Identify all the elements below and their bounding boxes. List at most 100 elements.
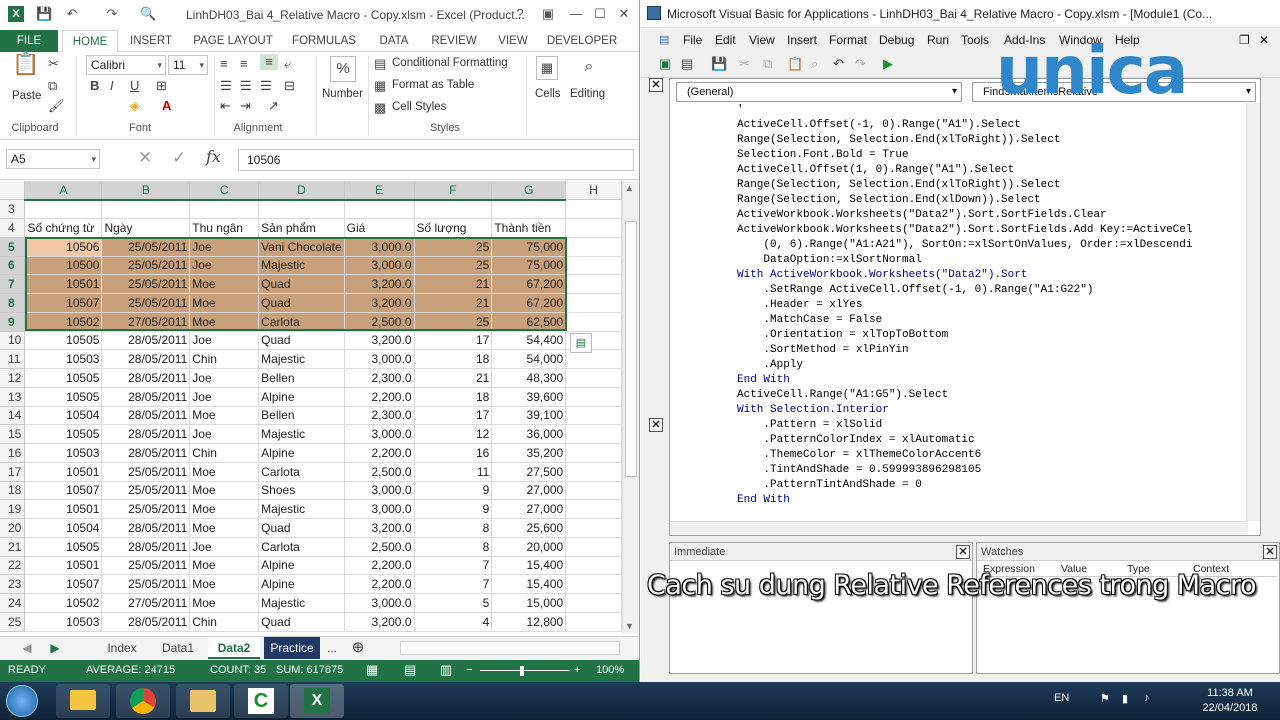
cell-f[interactable]: 5 (414, 593, 493, 613)
cell-d[interactable]: Majestic (258, 593, 345, 613)
editing-button[interactable]: Editing (570, 88, 605, 100)
cell-f[interactable]: 17 (414, 331, 493, 351)
header-cell[interactable]: Số lượng (414, 218, 493, 238)
insert-module-icon[interactable]: ▤ (681, 56, 693, 72)
tab-home[interactable]: HOME (62, 30, 118, 53)
cells-icon[interactable]: ▦ (536, 56, 558, 80)
cell-a[interactable]: 10501 (24, 462, 103, 482)
cell-d[interactable]: Carlota (258, 312, 345, 332)
cell-f[interactable]: 21 (414, 293, 493, 313)
cell-a[interactable]: 10502 (24, 593, 103, 613)
cell-styles-button[interactable]: Cell Styles (392, 101, 446, 113)
cell-a[interactable]: 10501 (24, 499, 103, 519)
scroll-thumb[interactable] (625, 221, 637, 477)
vba-save-icon[interactable]: 💾 (711, 56, 727, 72)
code-window[interactable]: (General) Find5MaxItemsRelative 'ActiveC… (669, 78, 1261, 536)
cell-b[interactable]: 25/05/2011 (101, 237, 191, 257)
vba-close-icon[interactable]: ✕ (1259, 33, 1269, 47)
object-combo[interactable]: (General) (676, 82, 962, 102)
column-header-g[interactable]: G (491, 181, 567, 201)
cell-g[interactable]: 39,100 (491, 406, 567, 426)
bold-button[interactable]: B (90, 78, 99, 94)
cell-e[interactable]: 3,000.0 (344, 349, 415, 369)
formula-input[interactable]: 10506 (238, 149, 634, 171)
cell-a[interactable]: 10507 (24, 481, 103, 501)
cell-a[interactable]: 10505 (24, 387, 103, 407)
format-as-table-button[interactable]: Format as Table (392, 79, 474, 91)
clock-date[interactable]: 22/04/2018 (1200, 702, 1260, 714)
cell-f[interactable]: 16 (414, 443, 493, 463)
paste-button[interactable]: Paste (12, 90, 41, 102)
decrease-indent-icon[interactable]: ⇤ (220, 98, 231, 114)
cell-a[interactable]: 10500 (24, 256, 103, 276)
cell-styles-icon[interactable]: ▩ (374, 100, 386, 116)
code-line[interactable]: .Orientation = xlTopToBottom (737, 328, 1257, 343)
next-sheet-icon[interactable]: ▶ (48, 637, 62, 659)
cell-d[interactable]: Quad (258, 293, 345, 313)
cell-d[interactable]: Alpine (258, 387, 345, 407)
cell-c[interactable]: Moe (189, 406, 260, 426)
vertical-scrollbar[interactable]: ▲ ▼ (622, 181, 639, 633)
cell-b[interactable]: 25/05/2011 (101, 293, 191, 313)
cell[interactable] (344, 199, 415, 219)
cell-h[interactable] (565, 387, 622, 407)
cell-e[interactable]: 2,200.0 (344, 387, 415, 407)
taskbar-camtasia[interactable]: C (234, 684, 288, 718)
cell-d[interactable]: Majestic (258, 424, 345, 444)
cell-f[interactable]: 25 (414, 237, 493, 257)
menu-edit[interactable]: Edit (715, 33, 736, 47)
row-header[interactable]: 18 (0, 481, 26, 501)
cell[interactable] (565, 218, 622, 238)
cell-h[interactable] (565, 556, 622, 576)
immediate-close-icon[interactable]: ✕ (956, 545, 970, 559)
conditional-formatting-icon[interactable]: ▤ (374, 56, 386, 72)
cell-c[interactable]: Moe (189, 518, 260, 538)
vba-paste-icon[interactable]: 📋 (787, 56, 803, 72)
cell-h[interactable] (565, 368, 622, 388)
copy-icon[interactable]: ⧉ (48, 78, 57, 94)
cells-button[interactable]: Cells (535, 88, 561, 100)
cell-c[interactable]: Joe (189, 424, 260, 444)
row-header[interactable]: 23 (0, 574, 26, 594)
project-close-icon[interactable]: ✕ (649, 78, 663, 92)
row-header[interactable]: 9 (0, 312, 26, 332)
cell-f[interactable]: 17 (414, 406, 493, 426)
cell-b[interactable]: 25/05/2011 (101, 256, 191, 276)
tab-review[interactable]: REVIEW (428, 30, 480, 52)
merge-icon[interactable]: ⊟ (284, 78, 295, 94)
cell-d[interactable]: Quad (258, 274, 345, 294)
header-cell[interactable]: Thành tiền (491, 218, 567, 238)
insert-function-button[interactable]: fx (206, 149, 221, 165)
language-indicator[interactable]: EN (1054, 692, 1069, 704)
cell-g[interactable]: 62,500 (491, 312, 567, 332)
tray-volume-icon[interactable]: ♪ (1144, 692, 1150, 704)
cell-d[interactable]: Bellen (258, 406, 345, 426)
help-button[interactable]: ? (512, 6, 528, 22)
sheet-tab-data1[interactable]: Data1 (152, 637, 204, 659)
tab-developer[interactable]: DEVELOPER (546, 30, 618, 52)
cell-b[interactable]: 25/05/2011 (101, 499, 191, 519)
cell-d[interactable]: Quad (258, 612, 345, 632)
row-header[interactable]: 11 (0, 349, 26, 369)
cell-a[interactable]: 10503 (24, 443, 103, 463)
cell-a[interactable]: 10505 (24, 424, 103, 444)
row-header[interactable]: 7 (0, 274, 26, 294)
row-header[interactable]: 20 (0, 518, 26, 538)
align-center-icon[interactable]: ☰ (240, 78, 252, 94)
vba-restore-icon[interactable]: ❐ (1239, 33, 1250, 47)
cell-g[interactable]: 15,400 (491, 556, 567, 576)
cell-a[interactable]: 10507 (24, 574, 103, 594)
cell-g[interactable]: 54,400 (491, 331, 567, 351)
column-header-b[interactable]: B (101, 181, 191, 201)
cell-f[interactable]: 25 (414, 256, 493, 276)
cell-g[interactable]: 27,000 (491, 499, 567, 519)
row-header[interactable]: 5 (0, 237, 26, 257)
cell-d[interactable]: Alpine (258, 443, 345, 463)
row-header[interactable]: 12 (0, 368, 26, 388)
cell-f[interactable]: 8 (414, 537, 493, 557)
menu-format[interactable]: Format (829, 33, 867, 47)
header-cell[interactable]: Giá (344, 218, 415, 238)
paste-icon[interactable]: 📋 (12, 53, 39, 82)
cell-g[interactable]: 27,500 (491, 462, 567, 482)
sheet-tab-data2[interactable]: Data2 (208, 637, 260, 659)
